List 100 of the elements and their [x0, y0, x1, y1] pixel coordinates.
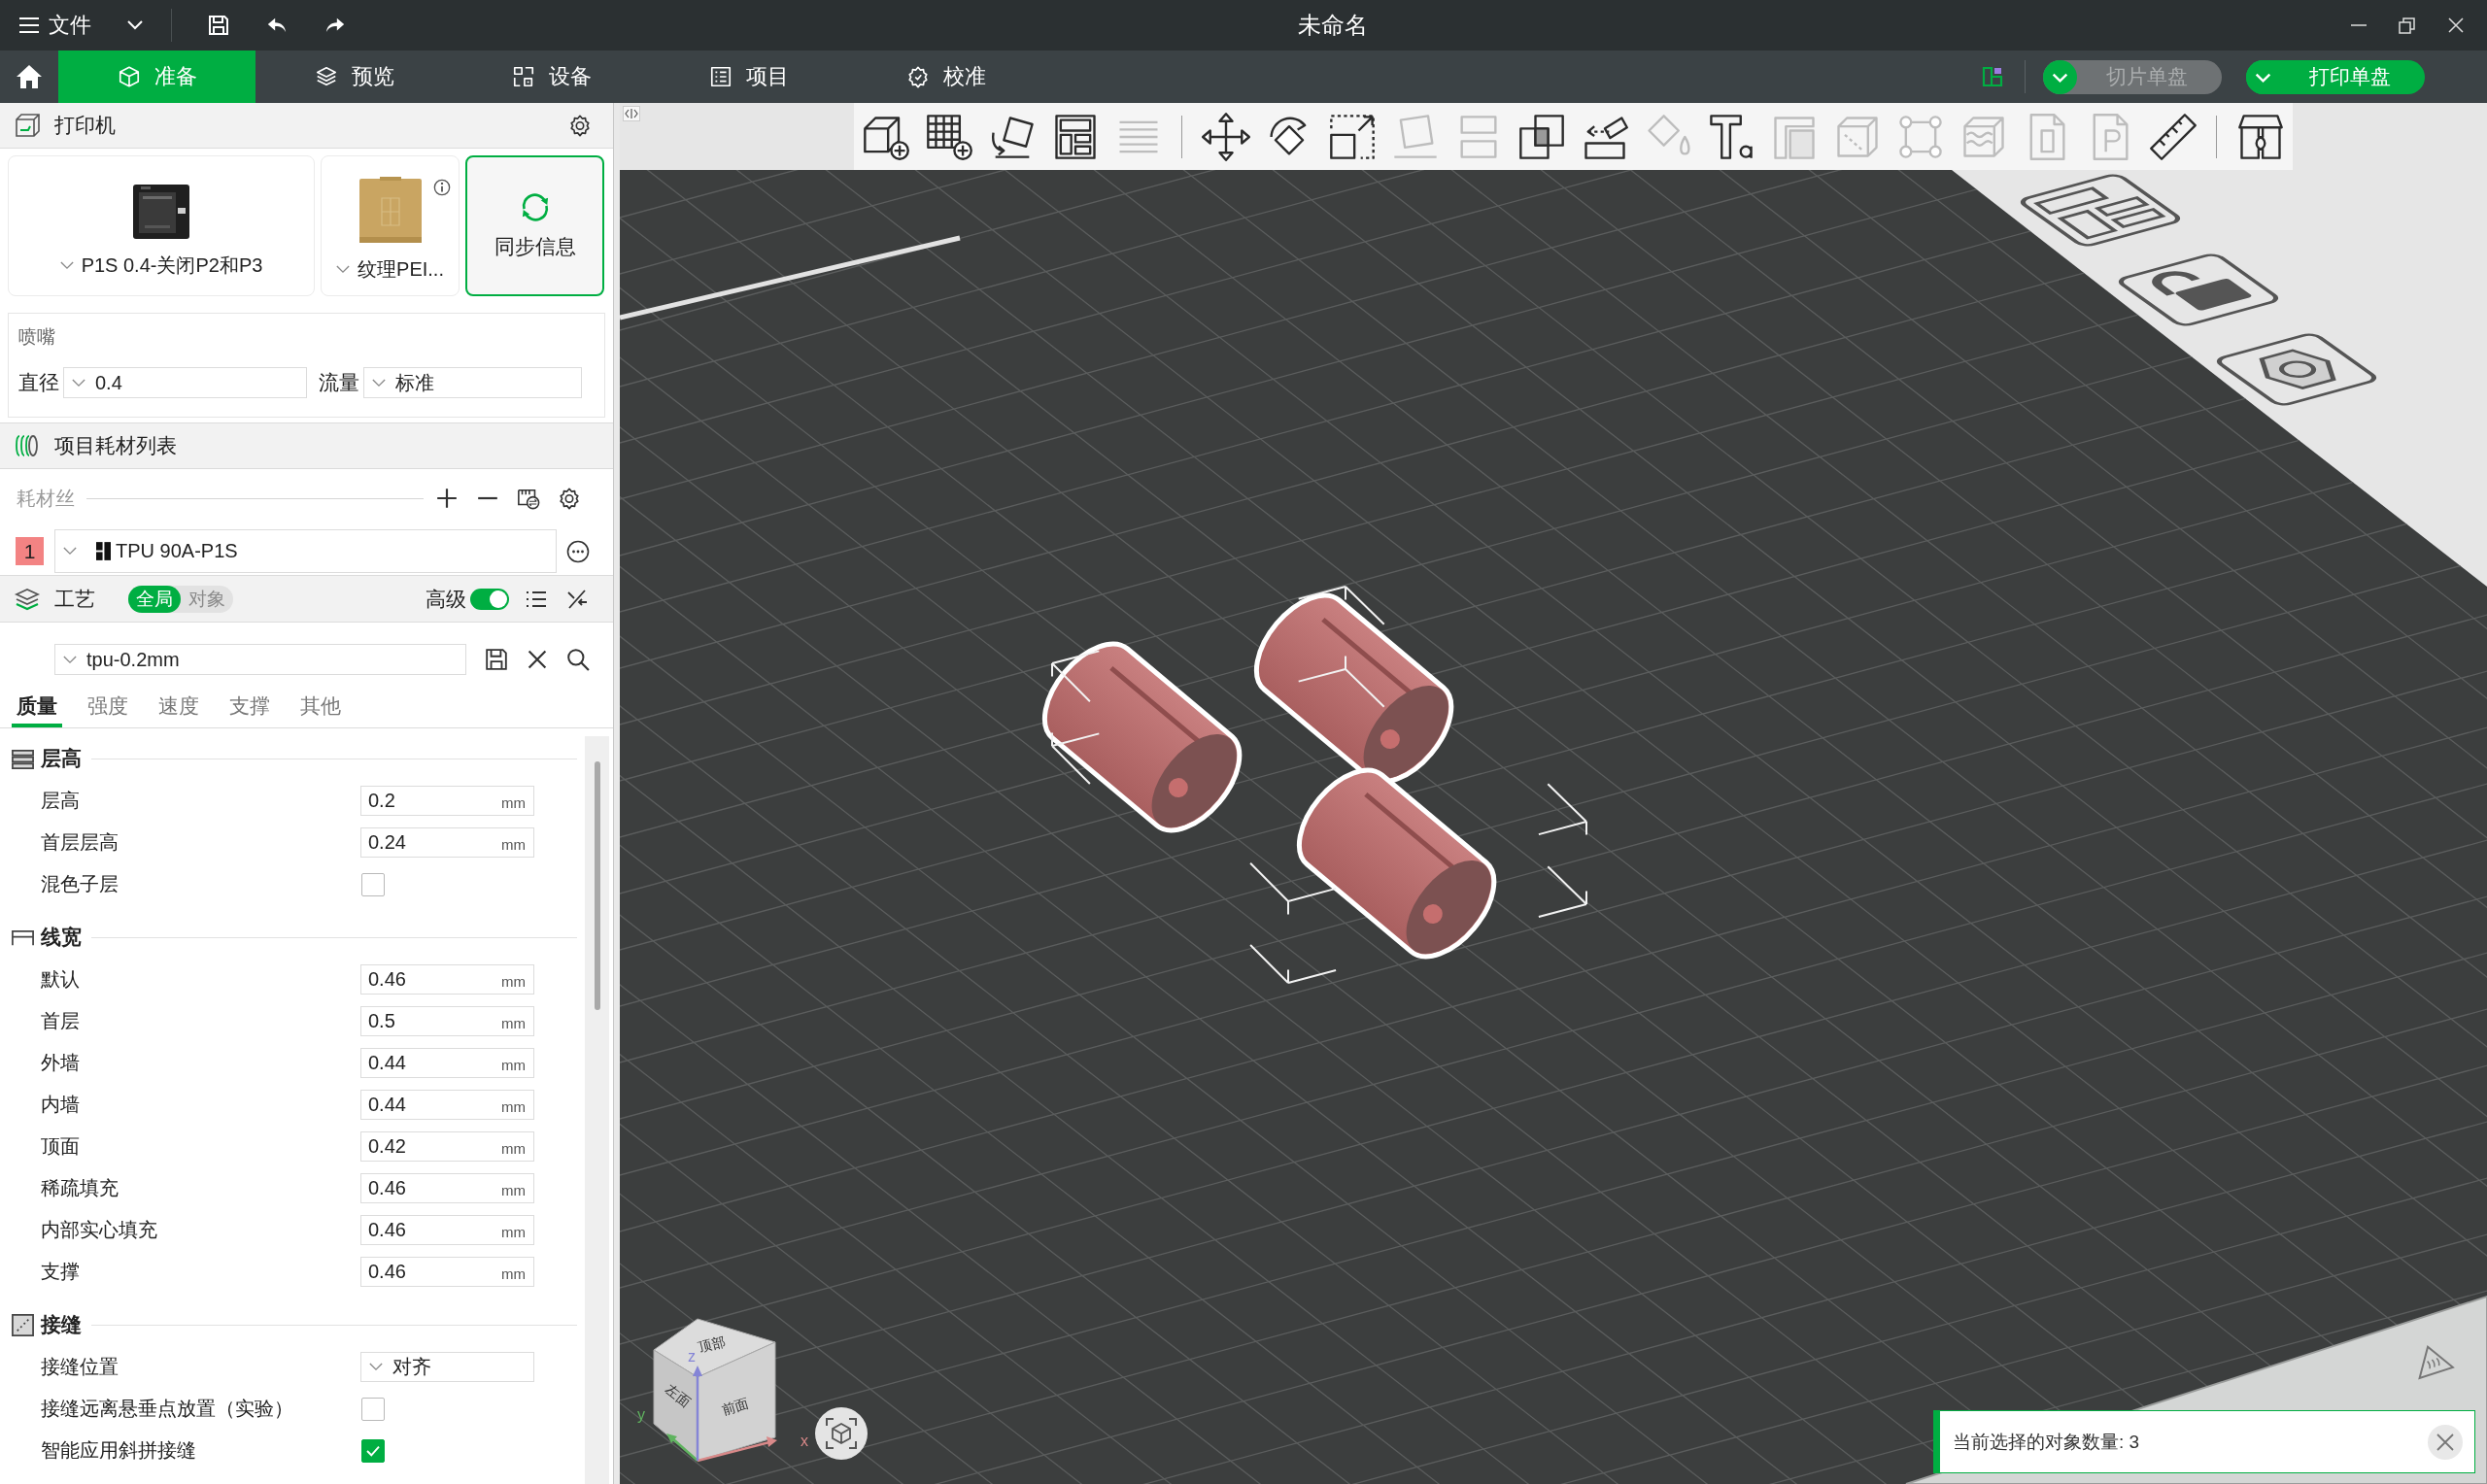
axis-label: z: [688, 1348, 696, 1365]
filament-number: 1: [16, 537, 44, 565]
setting-label: 接缝远离悬垂点放置（实验）: [40, 1397, 294, 1421]
file-menu[interactable]: 文件: [18, 11, 91, 40]
menu-icon: [18, 17, 40, 34]
group-title: 层高: [41, 746, 82, 771]
dropdown-field[interactable]: 对齐: [360, 1352, 534, 1382]
printer-card[interactable]: P1S 0.4-关闭P2和P3: [8, 155, 315, 296]
plus-icon[interactable]: [435, 487, 459, 510]
settings-icon[interactable]: [558, 487, 581, 510]
setting-label: 顶面: [40, 1134, 81, 1159]
tab[interactable]: 质量: [12, 688, 62, 727]
caret-icon[interactable]: [127, 20, 143, 30]
axis-label: x: [801, 1433, 808, 1449]
build-plate-icon: [358, 177, 423, 245]
field-label: 直径: [18, 370, 59, 395]
field-label: 流量: [319, 370, 359, 395]
move-arrows-icon[interactable]: [1200, 111, 1251, 162]
advanced-label: 高级: [426, 586, 466, 612]
notification-text: 当前选择的对象数量: 3: [1953, 1430, 2141, 1454]
checkbox[interactable]: [361, 872, 385, 896]
number-field[interactable]: 0.5 mm: [360, 1006, 534, 1036]
setting-label: 混色子层: [40, 872, 119, 896]
setting-label: 支撑: [40, 1260, 81, 1284]
tab[interactable]: 设备: [453, 51, 650, 103]
group-title: 接缝: [41, 1312, 82, 1337]
setting-label: 内墙: [40, 1093, 81, 1117]
save-icon[interactable]: [485, 648, 508, 671]
window-title: 未命名: [1298, 11, 1368, 40]
tab[interactable]: 校准: [847, 51, 1044, 103]
section-title: 工艺: [54, 586, 95, 612]
search-icon[interactable]: [566, 648, 590, 671]
caret-icon: [2043, 59, 2077, 94]
caret-icon: [72, 378, 85, 388]
sync-button[interactable]: 同步信息: [465, 155, 604, 296]
tab[interactable]: 速度: [153, 688, 204, 727]
setting-label: 首层层高: [40, 830, 119, 855]
toggle-switch[interactable]: [470, 588, 509, 610]
spool-icon: [14, 433, 41, 458]
number-field[interactable]: 0.46 mm: [360, 1257, 534, 1287]
tab[interactable]: 其他: [295, 688, 346, 727]
restore-icon[interactable]: [2399, 17, 2416, 34]
number-field[interactable]: 0.46 mm: [360, 964, 534, 995]
nozzle-title: 喷嘴: [18, 325, 55, 349]
filament-subtitle: 耗材丝: [17, 486, 75, 511]
scrollbar-thumb[interactable]: [595, 761, 600, 1010]
filament-dropdown[interactable]: TPU 90A-P1S: [54, 529, 557, 573]
number-field[interactable]: 0.2 mm: [360, 786, 534, 816]
close-icon[interactable]: [2447, 17, 2465, 34]
gear-icon: [905, 65, 930, 88]
setting-label: 内部实心填充: [40, 1218, 158, 1242]
number-field[interactable]: 0.46 mm: [360, 1173, 534, 1203]
printer-swap-icon[interactable]: [517, 487, 540, 510]
number-field[interactable]: 0.24 mm: [360, 827, 534, 858]
number-field[interactable]: 0.42 mm: [360, 1131, 534, 1162]
preset-dropdown[interactable]: tpu-0.2mm: [54, 644, 466, 675]
number-field[interactable]: 0.44 mm: [360, 1090, 534, 1120]
more-icon[interactable]: [566, 539, 590, 563]
cube-face-label: 前面: [719, 1395, 751, 1418]
checkbox[interactable]: [361, 1397, 385, 1421]
number-field[interactable]: 0.44 mm: [360, 1048, 534, 1078]
printer-icon: [131, 183, 191, 241]
tab[interactable]: 项目: [650, 51, 847, 103]
setting-label: 层高: [40, 789, 81, 813]
layout-toggle-icon[interactable]: [1982, 66, 2003, 87]
cube-focus-icon[interactable]: [815, 1407, 868, 1460]
caret-icon: [63, 547, 77, 556]
y-axis-arrow: [666, 1433, 698, 1462]
caret-icon: [336, 265, 351, 274]
caret-icon: [369, 1363, 383, 1371]
plate-card[interactable]: 纹理PEI...: [321, 155, 460, 296]
split-arrows-icon[interactable]: [623, 106, 640, 121]
device-icon: [511, 65, 535, 88]
caret-icon: [63, 655, 77, 664]
cube-icon: [117, 65, 141, 88]
seam-icon: [11, 1312, 35, 1337]
layers-icon: [14, 586, 41, 612]
tab[interactable]: 强度: [83, 688, 133, 727]
group-title: 线宽: [41, 925, 82, 950]
cube-face-label: 顶部: [697, 1333, 728, 1356]
section-title: 打印机: [54, 113, 116, 138]
layers-icon: [314, 65, 338, 88]
setting-label: 默认: [40, 967, 81, 992]
dropdown-field[interactable]: 0.4: [63, 367, 307, 398]
cube-face-label: 左面: [663, 1381, 695, 1410]
printer-outline-icon: [14, 113, 41, 138]
checkmark-icon: [365, 1444, 381, 1457]
tab[interactable]: 预览: [256, 51, 453, 103]
heat-warning-icon: [2418, 1345, 2455, 1380]
close-icon[interactable]: [526, 648, 549, 671]
number-field[interactable]: 0.46 mm: [360, 1215, 534, 1245]
home-icon[interactable]: [16, 64, 43, 89]
tab[interactable]: 支撑: [224, 688, 275, 727]
setting-label: 稀疏填充: [40, 1176, 119, 1200]
settings-icon[interactable]: [568, 114, 592, 137]
info-icon[interactable]: [432, 179, 451, 196]
setting-label: 外墙: [40, 1051, 81, 1075]
checkbox[interactable]: [361, 1438, 385, 1463]
dropdown-field[interactable]: 标准: [363, 367, 582, 398]
ruler-icon[interactable]: [2147, 111, 2198, 162]
